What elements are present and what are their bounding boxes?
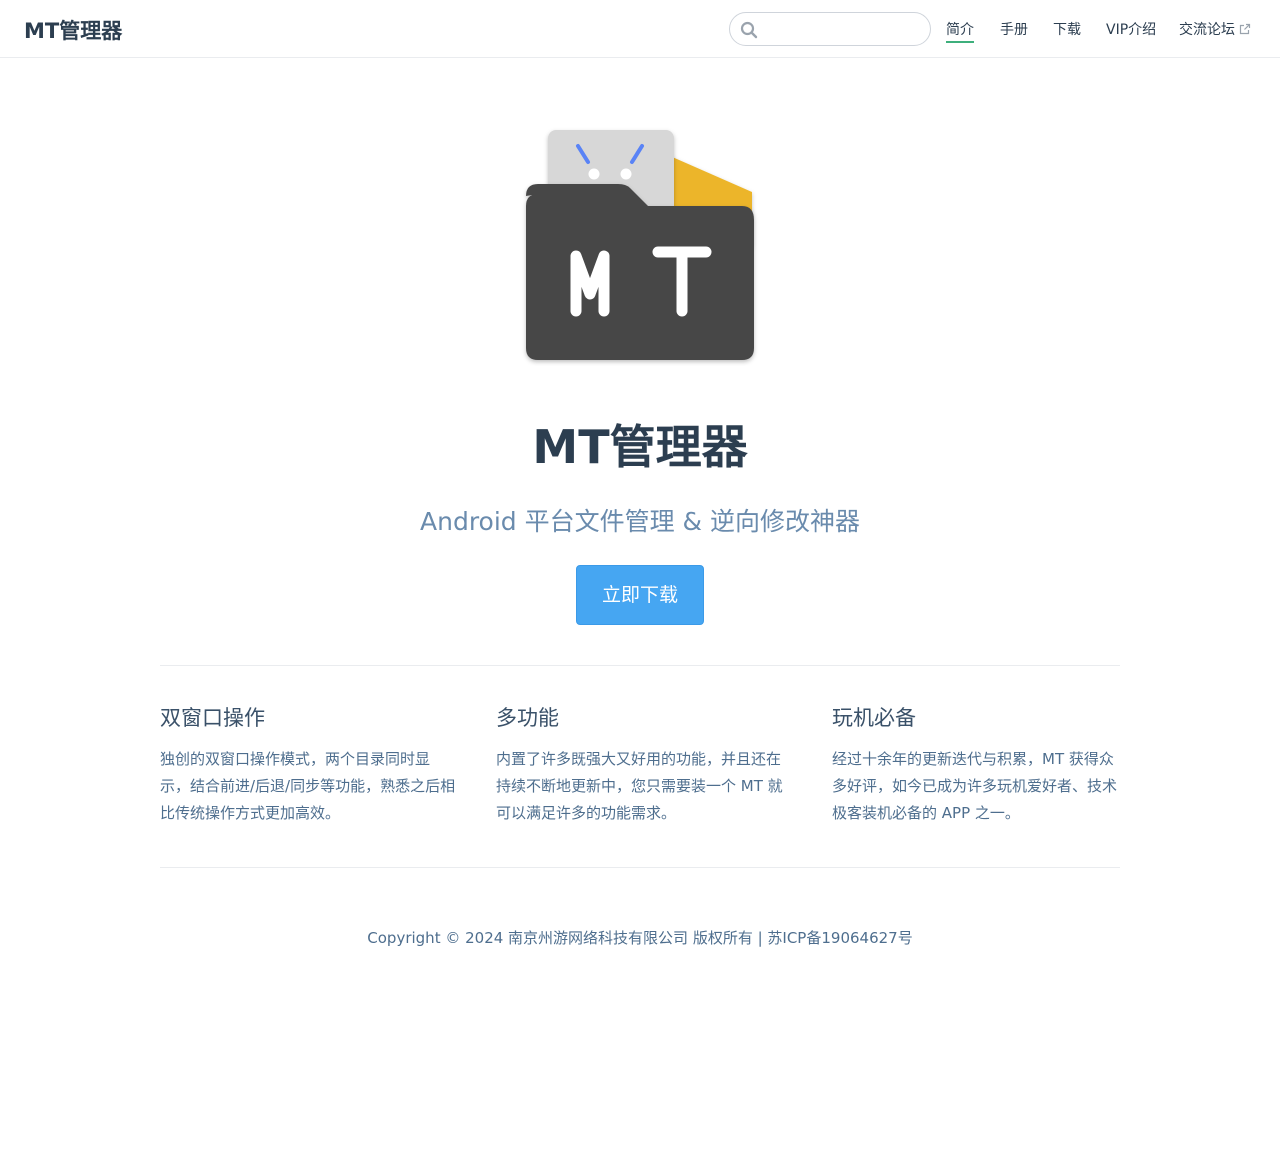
- feature-details: 独创的双窗口操作模式，两个目录同时显示，结合前进/后退/同步等功能，熟悉之后相比…: [160, 750, 456, 822]
- nav-item-vip[interactable]: VIP介绍: [1106, 20, 1156, 40]
- search-box[interactable]: [729, 12, 931, 46]
- footer-copyright: Copyright © 2024 南京州游网络科技有限公司 版权所有 | 苏IC…: [367, 929, 913, 947]
- hero-title: MT管理器: [532, 420, 748, 474]
- nav-item-intro[interactable]: 简介: [946, 20, 974, 43]
- hero-description: Android 平台文件管理 & 逆向修改神器: [420, 507, 860, 536]
- nav-item-label: 手册: [1000, 22, 1028, 38]
- nav-item-label: VIP介绍: [1106, 22, 1157, 38]
- feature-details: 经过十余年的更新迭代与积累，MT 获得众多好评，如今已成为许多玩机爱好者、技术极…: [832, 750, 1118, 822]
- navbar: MT管理器 简介 手册 下载 VIP介绍 交流论坛: [0, 0, 1280, 58]
- mt-logo-icon: [526, 130, 754, 360]
- site-name-link[interactable]: MT管理器: [24, 15, 122, 45]
- feature-must-have: 玩机必备 经过十余年的更新迭代与积累，MT 获得众多好评，如今已成为许多玩机爱好…: [832, 700, 1128, 827]
- search-input[interactable]: [762, 13, 924, 45]
- feature-details: 内置了许多既强大又好用的功能，并且还在持续不断地更新中，您只需要装一个 MT 就…: [496, 750, 783, 822]
- nav-item-forum[interactable]: 交流论坛: [1179, 20, 1251, 40]
- feature-title: 双窗口操作: [160, 706, 265, 730]
- feature-dual-window: 双窗口操作 独创的双窗口操作模式，两个目录同时显示，结合前进/后退/同步等功能，…: [160, 700, 456, 827]
- search-icon: [740, 21, 758, 39]
- download-now-button[interactable]: 立即下载: [576, 565, 704, 625]
- feature-title: 玩机必备: [832, 706, 916, 730]
- nav-item-download[interactable]: 下载: [1053, 20, 1081, 40]
- external-link-icon: [1239, 23, 1251, 35]
- divider: [160, 867, 1120, 868]
- divider: [160, 665, 1120, 666]
- feature-title: 多功能: [496, 706, 559, 730]
- nav-item-label: 交流论坛: [1179, 22, 1235, 38]
- nav-item-label: 简介: [946, 22, 974, 38]
- nav-item-label: 下载: [1053, 22, 1081, 38]
- nav-item-manual[interactable]: 手册: [1000, 20, 1028, 40]
- feature-multi-function: 多功能 内置了许多既强大又好用的功能，并且还在持续不断地更新中，您只需要装一个 …: [496, 700, 792, 827]
- footer: Copyright © 2024 南京州游网络科技有限公司 版权所有 | 苏IC…: [0, 926, 1280, 950]
